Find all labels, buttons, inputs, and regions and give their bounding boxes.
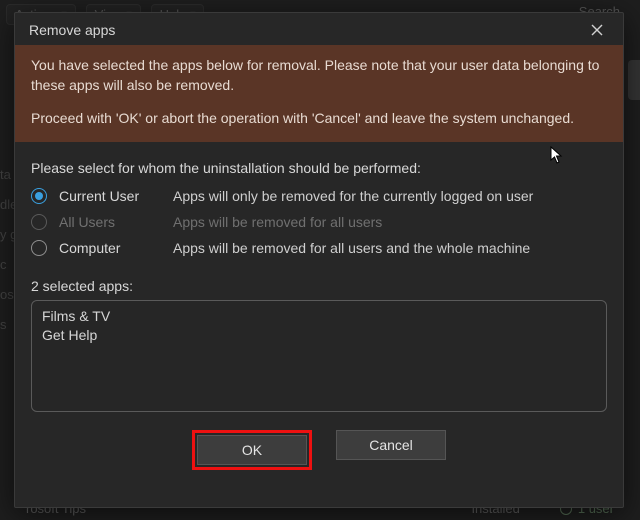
list-item[interactable]: Films & TV bbox=[42, 307, 596, 326]
dialog-actions: OK Cancel bbox=[31, 412, 607, 488]
option-desc: Apps will only be removed for the curren… bbox=[173, 188, 533, 204]
radio-icon bbox=[31, 188, 47, 204]
dialog-titlebar: Remove apps bbox=[15, 13, 623, 45]
close-icon bbox=[591, 24, 603, 36]
option-label: All Users bbox=[59, 214, 161, 230]
option-current-user[interactable]: Current User Apps will only be removed f… bbox=[31, 188, 607, 204]
close-button[interactable] bbox=[583, 19, 611, 41]
list-item[interactable]: Get Help bbox=[42, 326, 596, 345]
warning-banner: You have selected the apps below for rem… bbox=[15, 45, 623, 142]
option-computer[interactable]: Computer Apps will be removed for all us… bbox=[31, 240, 607, 256]
ok-highlight: OK bbox=[192, 430, 312, 470]
selected-apps-list[interactable]: Films & TV Get Help bbox=[31, 300, 607, 412]
option-desc: Apps will be removed for all users and t… bbox=[173, 240, 530, 256]
option-all-users: All Users Apps will be removed for all u… bbox=[31, 214, 607, 230]
selected-count-label: 2 selected apps: bbox=[31, 278, 607, 294]
bg-side-tab bbox=[628, 60, 640, 100]
radio-icon bbox=[31, 214, 47, 230]
ok-button[interactable]: OK bbox=[197, 435, 307, 465]
option-desc: Apps will be removed for all users bbox=[173, 214, 382, 230]
cancel-button[interactable]: Cancel bbox=[336, 430, 446, 460]
option-label: Computer bbox=[59, 240, 161, 256]
scope-prompt: Please select for whom the uninstallatio… bbox=[31, 160, 607, 176]
warning-text-2: Proceed with 'OK' or abort the operation… bbox=[31, 108, 607, 128]
remove-apps-dialog: Remove apps You have selected the apps b… bbox=[14, 12, 624, 508]
dialog-title: Remove apps bbox=[29, 22, 115, 38]
scope-options: Current User Apps will only be removed f… bbox=[31, 188, 607, 256]
radio-icon bbox=[31, 240, 47, 256]
option-label: Current User bbox=[59, 188, 161, 204]
warning-text-1: You have selected the apps below for rem… bbox=[31, 55, 607, 96]
